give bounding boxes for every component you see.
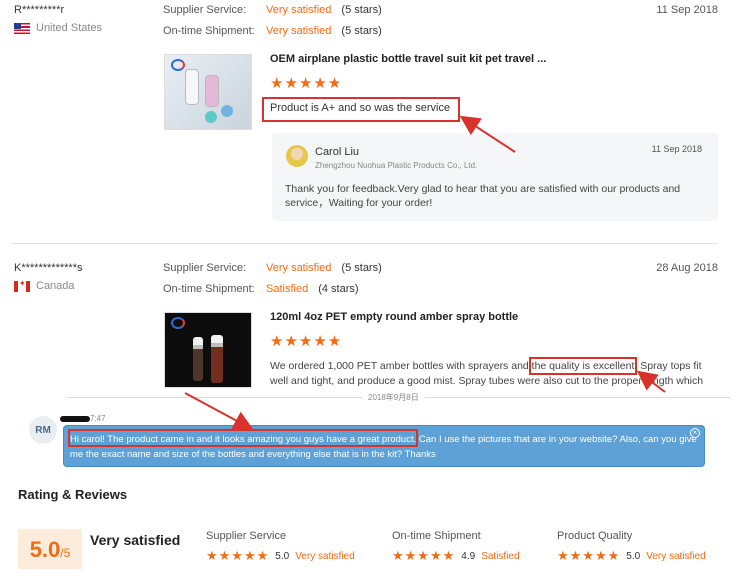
summary-stars: ★★★★★	[392, 548, 456, 563]
product-thumbnail[interactable]	[164, 312, 252, 388]
product-title-link[interactable]: OEM airplane plastic bottle travel suit …	[270, 53, 546, 65]
ontime-label: On-time Shipment:	[163, 283, 255, 295]
score-value: 5.0	[29, 537, 61, 562]
overall-score: 5.0 /5	[18, 529, 82, 569]
ontime-stars: (4 stars)	[318, 283, 359, 295]
section-title: Rating & Reviews	[18, 487, 128, 502]
supplier-service-stars: (5 stars)	[341, 4, 382, 16]
score-max: /5	[60, 546, 71, 560]
ontime-shipment-rating: On-time Shipment: Very satisfied (5 star…	[163, 25, 382, 37]
country-label: United States	[36, 22, 103, 34]
summary-verdict: Very satisfied	[295, 550, 355, 562]
review-date: 28 Aug 2018	[656, 262, 718, 274]
summary-stars: ★★★★★	[206, 548, 270, 563]
reply-author: Carol Liu	[315, 146, 360, 158]
divider	[12, 243, 718, 244]
review-date: 11 Sep 2018	[656, 4, 718, 16]
brand-logo-icon	[171, 317, 185, 329]
chat-message-text: Hi carol! The product came in and it loo…	[70, 434, 697, 460]
summary-score: 5.0	[626, 550, 641, 562]
reply-date: 11 Sep 2018	[651, 144, 702, 154]
chat-date: 2018年9月8日	[362, 392, 425, 403]
buyer-name: R*********r	[14, 4, 65, 16]
review-text: Product is A+ and so was the service	[270, 102, 451, 114]
summary-score: 5.0	[275, 550, 290, 562]
canada-flag-icon	[14, 279, 30, 292]
close-icon[interactable]: ×	[690, 428, 700, 438]
arrow-to-chat-highlight	[184, 392, 254, 430]
summary-verdict: Very satisfied	[646, 550, 706, 562]
ontime-stars: (5 stars)	[341, 25, 382, 37]
summary-label: Supplier Service	[206, 530, 287, 542]
supplier-reply: Carol Liu Zhengzhou Nuohua Plastic Produ…	[272, 133, 718, 221]
chat-time: 7:47	[90, 414, 106, 423]
ontime-label: On-time Shipment:	[163, 25, 255, 37]
supplier-service-label: Supplier Service:	[163, 262, 247, 274]
product-rating-stars: ★★★★★	[270, 333, 343, 350]
highlight-box	[529, 357, 637, 375]
avatar: RM	[29, 416, 57, 444]
product-rating-stars: ★★★★★	[270, 75, 343, 92]
summary-label: On-time Shipment	[392, 530, 481, 542]
us-flag-icon	[14, 22, 30, 34]
brand-logo-icon	[171, 59, 185, 71]
supplier-service-rating: Supplier Service: Very satisfied (5 star…	[163, 4, 382, 16]
summary-label: Product Quality	[557, 530, 633, 542]
product-thumbnail[interactable]	[164, 54, 252, 130]
supplier-service-value: Very satisfied	[266, 262, 332, 274]
buyer-name: K*************s	[14, 262, 83, 274]
summary-verdict: Satisfied	[481, 550, 520, 562]
summary-supplier-service: Supplier Service ★★★★★ 5.0 Very satisfie…	[206, 530, 355, 564]
supplier-service-label: Supplier Service:	[163, 4, 247, 16]
country-label: Canada	[36, 280, 75, 292]
reply-company: Zhengzhou Nuohua Plastic Products Co., L…	[315, 161, 478, 170]
review-text: We ordered 1,000 PET amber bottles with …	[270, 360, 704, 387]
supplier-service-stars: (5 stars)	[341, 262, 382, 274]
summary-product-quality: Product Quality ★★★★★ 5.0 Very satisfied	[557, 530, 706, 564]
buyer-country: Canada	[14, 279, 75, 292]
ontime-value: Satisfied	[266, 283, 309, 295]
ontime-value: Very satisfied	[266, 25, 332, 37]
overall-verdict: Very satisfied	[90, 532, 181, 548]
avatar	[286, 145, 308, 167]
ontime-shipment-rating: On-time Shipment: Satisfied (4 stars)	[163, 283, 359, 295]
summary-score: 4.9	[461, 550, 476, 562]
supplier-service-value: Very satisfied	[266, 4, 332, 16]
reply-text: Thank you for feedback.Very glad to hear…	[285, 183, 681, 209]
summary-stars: ★★★★★	[557, 548, 621, 563]
buyer-country: United States	[14, 22, 102, 34]
redacted-sender-name	[60, 416, 90, 422]
supplier-service-rating: Supplier Service: Very satisfied (5 star…	[163, 262, 382, 274]
chat-message-bubble: Hi carol! The product came in and it loo…	[63, 425, 705, 467]
summary-ontime-shipment: On-time Shipment ★★★★★ 4.9 Satisfied	[392, 530, 520, 564]
product-title-link[interactable]: 120ml 4oz PET empty round amber spray bo…	[270, 311, 518, 323]
